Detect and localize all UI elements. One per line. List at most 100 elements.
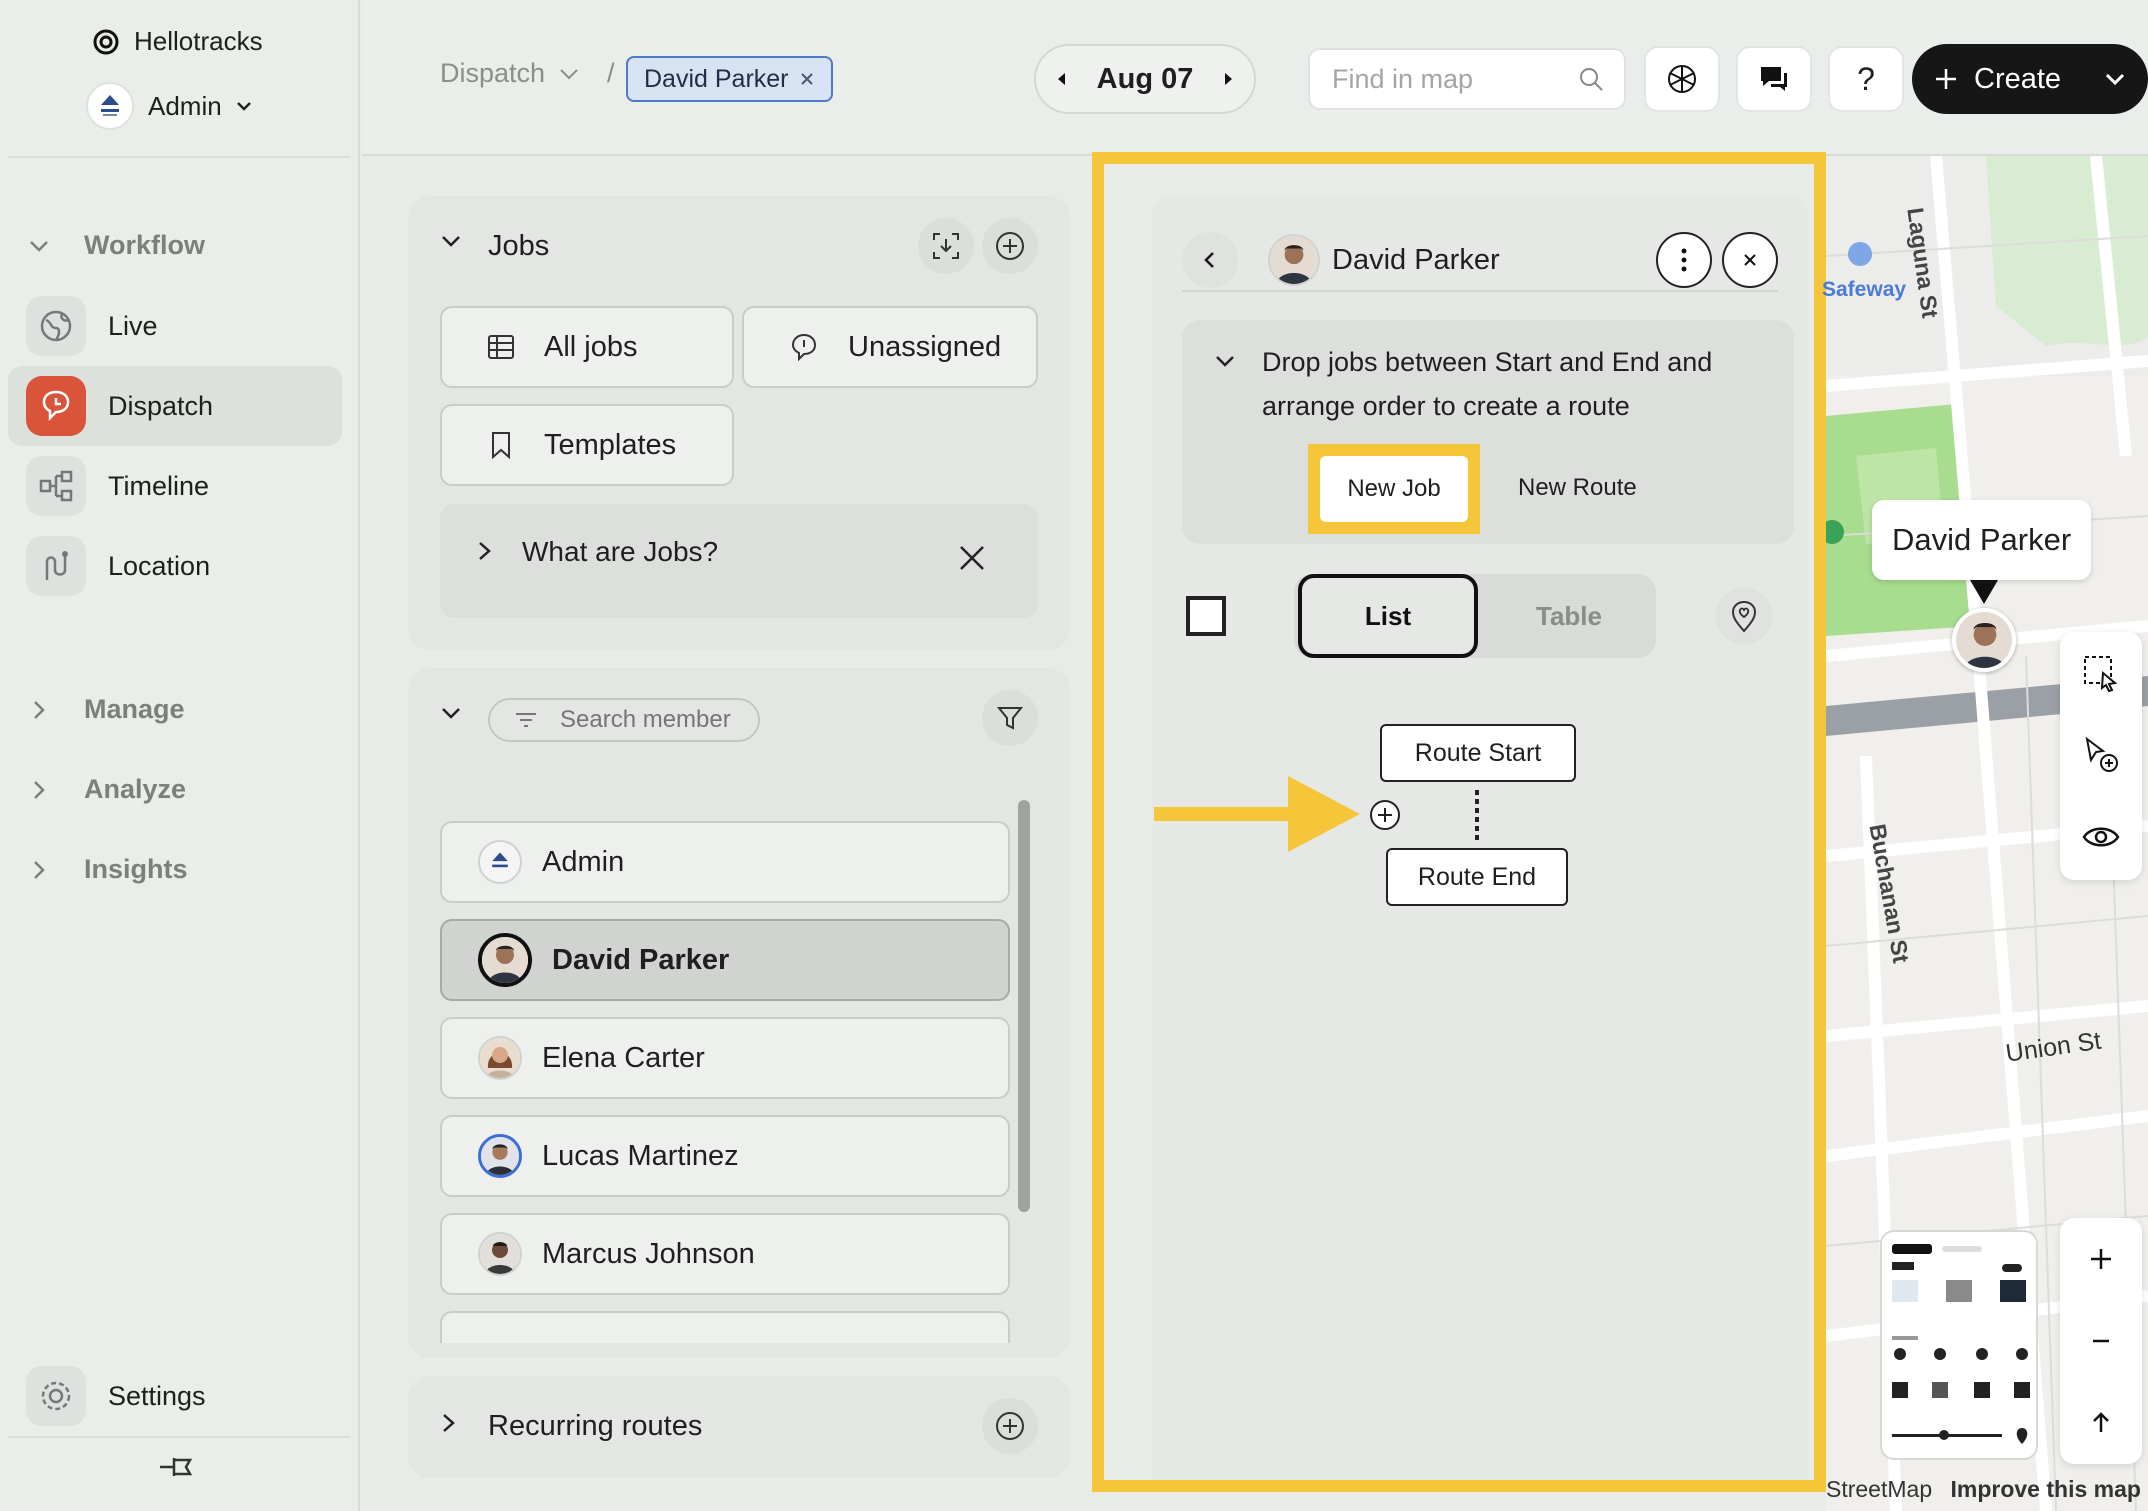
next-day-icon[interactable] (1218, 69, 1238, 89)
zoom-in-button[interactable] (2060, 1218, 2142, 1300)
dispatch-icon (26, 376, 86, 436)
section-insights[interactable]: Insights (28, 854, 188, 885)
section-manage[interactable]: Manage (28, 694, 185, 725)
attribution-text[interactable]: StreetMap (1826, 1476, 1932, 1502)
help-button[interactable]: ? (1828, 46, 1904, 112)
visibility-button[interactable] (2060, 796, 2142, 878)
section-insights-label: Insights (84, 854, 188, 884)
sidebar-item-timeline[interactable]: Timeline (8, 446, 342, 526)
chevron-right-icon[interactable] (476, 540, 494, 562)
member-name: Elena Carter (542, 1041, 705, 1074)
filter-chip-label: David Parker (644, 64, 789, 93)
table-icon (488, 335, 514, 359)
help-label: ? (1857, 60, 1875, 97)
recurring-routes-title[interactable]: Recurring routes (488, 1410, 702, 1443)
map-search-input[interactable] (1330, 62, 1560, 96)
map-search (1308, 48, 1626, 110)
section-workflow[interactable]: Workflow (28, 230, 205, 261)
member-list-scrollbar[interactable] (1018, 800, 1030, 1212)
chevron-down-icon (236, 102, 251, 111)
all-jobs-label: All jobs (544, 330, 638, 363)
templates-button[interactable]: Templates (440, 404, 734, 486)
plus-icon (2091, 1249, 2111, 1269)
member-item-partial[interactable] (440, 1311, 1010, 1343)
zoom-out-button[interactable] (2060, 1300, 2142, 1382)
improve-map-link[interactable]: Improve this map (1951, 1476, 2141, 1502)
section-workflow-label: Workflow (84, 230, 205, 260)
bookmark-icon (492, 432, 510, 460)
marker-pointer-icon (1970, 580, 1998, 604)
ai-assistant-button[interactable] (1644, 46, 1720, 112)
arrow-up-icon (2093, 1412, 2109, 1432)
member-name: Marcus Johnson (542, 1237, 755, 1270)
filter-chip[interactable]: David Parker (626, 56, 833, 102)
add-recurring-route-button[interactable] (982, 1398, 1038, 1454)
sidebar-item-live[interactable]: Live (8, 286, 342, 366)
brand[interactable]: Hellotracks (92, 26, 263, 57)
lasso-select-button[interactable] (2060, 632, 2142, 714)
member-item-lucas-martinez[interactable]: Lucas Martinez (440, 1115, 1010, 1197)
member-item-elena-carter[interactable]: Elena Carter (440, 1017, 1010, 1099)
unassigned-label: Unassigned (848, 330, 1002, 363)
filter-lines-icon (516, 713, 536, 727)
avatar (478, 1232, 522, 1276)
create-button[interactable]: Create (1912, 44, 2148, 114)
previous-day-icon[interactable] (1052, 69, 1072, 89)
place-label-safeway: Safeway (1822, 278, 1907, 301)
breadcrumb-dispatch[interactable]: Dispatch (440, 58, 545, 89)
chevron-right-icon[interactable] (440, 1412, 458, 1434)
bayview-logo-icon (492, 852, 508, 868)
breadcrumb[interactable]: Dispatch / (440, 58, 615, 89)
member-search-input[interactable] (558, 705, 748, 735)
chevron-down-icon (30, 240, 48, 252)
section-analyze[interactable]: Analyze (28, 774, 186, 805)
all-jobs-button[interactable]: All jobs (440, 306, 734, 388)
map-layers-preview[interactable] (1880, 1230, 2038, 1460)
add-to-selection-button[interactable] (2060, 714, 2142, 796)
chevron-down-icon[interactable] (440, 706, 462, 720)
import-icon (933, 233, 959, 259)
sidebar-item-settings[interactable]: Settings (8, 1356, 342, 1436)
person-avatar-icon (481, 1137, 519, 1175)
map-member-marker[interactable] (1952, 608, 2016, 672)
sidebar-item-label: Dispatch (108, 390, 214, 421)
map-marker-label: David Parker (1872, 500, 2092, 580)
member-item-admin[interactable]: Admin (440, 821, 1010, 903)
filter-icon (996, 707, 1024, 730)
current-date[interactable]: Aug 07 (1097, 63, 1194, 96)
sidebar-item-location[interactable]: Location (8, 526, 342, 606)
member-name: Admin (542, 845, 625, 878)
search-icon (1580, 68, 1603, 91)
section-manage-label: Manage (84, 694, 185, 724)
account-switcher[interactable]: Admin (86, 82, 252, 130)
close-icon[interactable] (799, 71, 815, 87)
add-job-button[interactable] (982, 218, 1038, 274)
close-icon[interactable] (958, 544, 986, 572)
reset-north-button[interactable] (2060, 1382, 2142, 1464)
person-avatar-icon (482, 937, 528, 983)
map-layers-icon (1892, 1244, 2030, 1444)
member-search (488, 698, 760, 742)
member-item-marcus-johnson[interactable]: Marcus Johnson (440, 1213, 1010, 1295)
account-name: Admin (148, 90, 222, 121)
chevron-down-icon[interactable] (2104, 72, 2126, 86)
sidebar-item-label: Live (108, 310, 158, 341)
member-filter-button[interactable] (982, 690, 1038, 746)
avatar (478, 840, 522, 884)
jobs-info-label[interactable]: What are Jobs? (522, 536, 718, 568)
sidebar-divider (8, 156, 350, 158)
bayview-logo-icon (101, 95, 119, 116)
pin-sidebar-icon[interactable] (158, 1452, 198, 1482)
import-jobs-button[interactable] (918, 218, 974, 274)
member-item-david-parker[interactable]: David Parker (440, 919, 1010, 1001)
sidebar-item-dispatch[interactable]: Dispatch (8, 366, 342, 446)
select-area-icon (2084, 656, 2118, 693)
chevron-down-icon[interactable] (440, 234, 462, 248)
unassigned-button[interactable]: Unassigned (742, 306, 1038, 388)
person-avatar-icon (480, 1038, 520, 1078)
ai-assistant-icon (1668, 65, 1696, 93)
chevron-right-icon (34, 780, 45, 799)
chat-icon (1761, 67, 1787, 91)
chat-button[interactable] (1736, 46, 1812, 112)
timeline-icon (26, 456, 86, 516)
